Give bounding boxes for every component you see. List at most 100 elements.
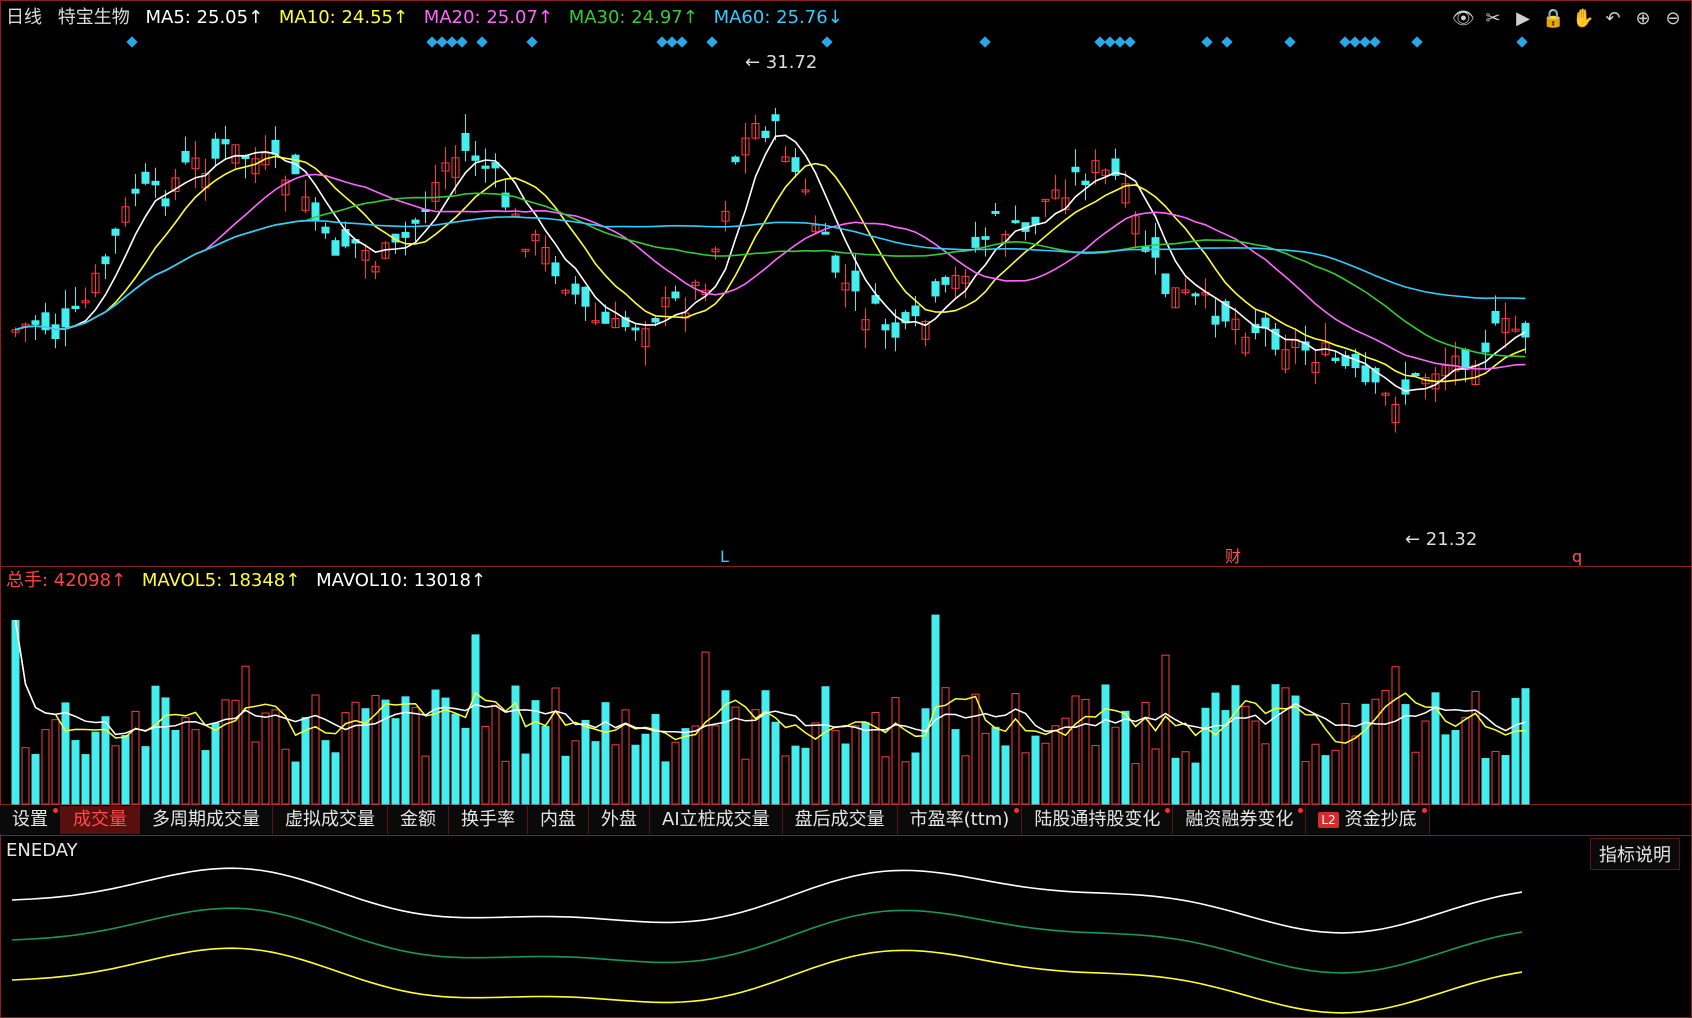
volume-bar bbox=[51, 719, 60, 805]
candle-body bbox=[911, 305, 920, 317]
ma30-label: MA30: 24.97↑ bbox=[568, 7, 698, 28]
volume-bar bbox=[31, 753, 40, 805]
volume-bar bbox=[491, 704, 500, 805]
volume-bar bbox=[1031, 735, 1040, 805]
tab-multi-period-volume[interactable]: 多周期成交量 bbox=[140, 806, 273, 834]
tab-label: 成交量 bbox=[73, 809, 127, 830]
event-diamond bbox=[676, 36, 688, 48]
event-marker: L bbox=[720, 547, 729, 566]
candle-body bbox=[321, 226, 330, 234]
candle-body bbox=[581, 286, 590, 307]
eneday-line bbox=[11, 907, 1523, 974]
low-price-label: ← 21.32 bbox=[1405, 529, 1477, 550]
volume-bar bbox=[1101, 684, 1110, 805]
candle-body bbox=[631, 327, 640, 331]
volume-bar bbox=[211, 722, 220, 805]
candle-body bbox=[411, 219, 420, 224]
volume-bar bbox=[351, 701, 360, 805]
tab-turnover[interactable]: 换手率 bbox=[449, 806, 528, 834]
volume-bar bbox=[1111, 726, 1120, 805]
candle-body bbox=[1361, 365, 1370, 383]
volume-bar bbox=[221, 699, 230, 805]
scissors-icon[interactable]: ✂ bbox=[1482, 8, 1504, 30]
volume-bar bbox=[1471, 690, 1480, 805]
tab-northbound[interactable]: 陆股通持股变化 bbox=[1022, 806, 1174, 834]
indicator-help-button[interactable]: 指标说明 bbox=[1590, 838, 1680, 870]
tab-pe-ttm[interactable]: 市盈率(ttm) bbox=[897, 806, 1023, 834]
zoom-in-icon[interactable]: ⊕ bbox=[1632, 8, 1654, 30]
volume-bar bbox=[331, 752, 340, 805]
play-icon[interactable]: ▶ bbox=[1512, 8, 1534, 30]
tab-margin[interactable]: 融资融券变化 bbox=[1173, 806, 1307, 834]
candle-body bbox=[1491, 310, 1500, 324]
tab-amount[interactable]: 金额 bbox=[388, 806, 449, 834]
candle-body bbox=[1331, 357, 1340, 362]
zoom-out-icon[interactable]: ⊖ bbox=[1662, 8, 1684, 30]
candle-body bbox=[1191, 293, 1200, 297]
volume-bar bbox=[251, 741, 260, 805]
eneday-line bbox=[11, 867, 1523, 934]
candle-body bbox=[981, 236, 990, 240]
candle-body bbox=[111, 228, 120, 236]
volume-bar bbox=[1251, 720, 1260, 805]
tab-inner[interactable]: 内盘 bbox=[528, 806, 589, 834]
event-diamond bbox=[1369, 36, 1381, 48]
event-diamond bbox=[821, 36, 833, 48]
tab-outer[interactable]: 外盘 bbox=[589, 806, 650, 834]
volume-bar bbox=[461, 727, 470, 805]
volume-bar bbox=[771, 721, 780, 805]
event-diamond bbox=[126, 36, 138, 48]
volume-bar bbox=[1351, 735, 1360, 805]
tab-label: 换手率 bbox=[461, 809, 515, 830]
volume-bar bbox=[951, 729, 960, 805]
volume-bar bbox=[91, 731, 100, 805]
tab-ai-volume[interactable]: AI立桩成交量 bbox=[650, 806, 783, 834]
tab-after-hours-volume[interactable]: 盘后成交量 bbox=[782, 806, 898, 834]
volume-bar bbox=[11, 619, 20, 805]
volume-bar bbox=[41, 729, 50, 805]
tab-bottom-fishing[interactable]: L2 资金抄底 bbox=[1306, 806, 1430, 834]
volume-bar bbox=[1241, 705, 1250, 805]
candle-body bbox=[181, 150, 190, 163]
volume-bar bbox=[131, 710, 140, 805]
volume-bar bbox=[841, 743, 850, 805]
event-marker: 财 bbox=[1225, 547, 1241, 566]
volume-bar bbox=[411, 707, 420, 805]
candle-body bbox=[831, 255, 840, 273]
lock-icon[interactable]: 🔒 bbox=[1542, 8, 1564, 30]
eye-icon[interactable]: 👁 bbox=[1452, 8, 1475, 30]
volume-bar bbox=[811, 722, 820, 805]
event-diamond bbox=[706, 36, 718, 48]
volume-bar bbox=[1281, 687, 1290, 805]
volume-bar bbox=[961, 755, 970, 805]
ma5-label: MA5: 25.05↑ bbox=[145, 7, 264, 28]
tab-label: 盘后成交量 bbox=[794, 809, 885, 830]
volume-bar bbox=[1051, 725, 1060, 805]
volume-bar bbox=[431, 689, 440, 805]
event-marker: q bbox=[1572, 547, 1582, 566]
volume-bar bbox=[861, 722, 870, 805]
candle-body bbox=[971, 236, 980, 248]
volume-bar bbox=[1091, 745, 1100, 805]
volume-bar bbox=[1521, 688, 1530, 805]
volume-bar bbox=[1021, 752, 1030, 805]
candle-body bbox=[211, 138, 220, 159]
tab-volume[interactable]: 成交量 bbox=[61, 806, 140, 834]
tab-virtual-volume[interactable]: 虚拟成交量 bbox=[273, 806, 388, 834]
kline-chart[interactable]: ← 31.72 ← 21.32 L 财 q bbox=[0, 0, 1692, 1018]
candle-body bbox=[881, 324, 890, 331]
volume-bar bbox=[881, 756, 890, 805]
volume-bar bbox=[1341, 703, 1350, 805]
chart-toolbar: 👁 ✂ ▶ 🔒 ✋ ↶ ⊕ ⊖ bbox=[1452, 8, 1684, 30]
volume-bar bbox=[1411, 751, 1420, 805]
volume-bar bbox=[601, 702, 610, 805]
hand-icon[interactable]: ✋ bbox=[1572, 8, 1594, 30]
tab-label: 融资融券变化 bbox=[1185, 809, 1294, 830]
tab-settings[interactable]: 设置 bbox=[0, 806, 61, 834]
volume-bar bbox=[1401, 704, 1410, 805]
volume-bar bbox=[151, 685, 160, 805]
undo-icon[interactable]: ↶ bbox=[1602, 8, 1624, 30]
period-label[interactable]: 日线 bbox=[6, 7, 42, 28]
candle-body bbox=[991, 210, 1000, 214]
candle-body bbox=[1011, 220, 1020, 224]
